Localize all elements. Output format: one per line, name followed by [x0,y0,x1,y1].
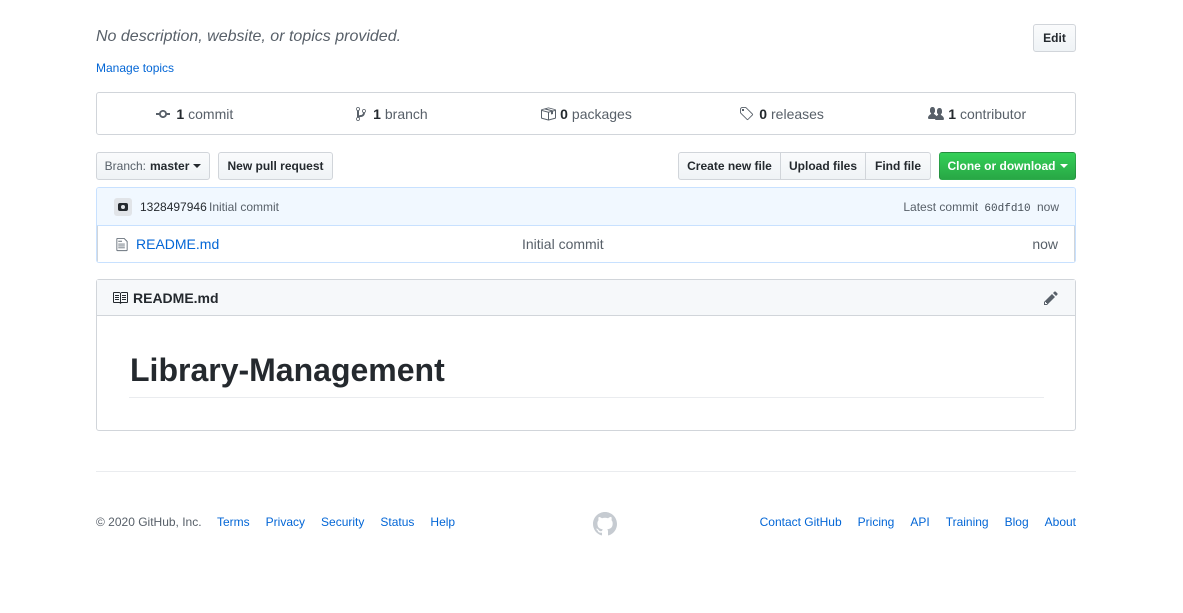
manage-topics-link[interactable]: Manage topics [96,61,174,75]
chevron-down-icon [193,164,202,168]
contributor-count: 1 [948,105,956,122]
package-icon [541,107,557,120]
footer-link-api[interactable]: API [910,515,929,529]
footer-links-left: Terms Privacy Security Status Help [217,515,455,529]
camera-icon [118,203,128,211]
latest-commit-label: Latest commit [903,200,979,214]
footer-link-status[interactable]: Status [380,515,414,529]
find-file-button[interactable]: Find file [865,152,931,180]
readme-heading: Library-Management [130,352,445,388]
file-link[interactable]: README.md [136,236,219,252]
readme-panel: README.md Library-Management [96,279,1076,431]
file-browser: 1328497946 Initial commit Latest commit … [96,187,1076,263]
footer-link-pricing[interactable]: Pricing [858,515,895,529]
readme-filename: README.md [133,290,219,306]
commit-message[interactable]: Initial commit [209,200,279,214]
package-count: 0 [560,105,568,122]
footer-link-about[interactable]: About [1045,515,1076,529]
branch-icon [356,106,367,121]
footer-link-contact[interactable]: Contact GitHub [760,515,842,529]
people-icon [928,106,945,120]
commit-count: 1 [176,105,185,122]
releases-link[interactable]: 0 releases [684,93,880,134]
footer-link-help[interactable]: Help [430,515,455,529]
footer-links-right: Contact GitHub Pricing API Training Blog… [760,515,1076,529]
readme-header: README.md [97,280,1075,316]
packages-link[interactable]: 0 packages [488,93,684,134]
footer-divider [96,471,1076,472]
edit-button[interactable]: Edit [1033,24,1076,52]
contributors-link[interactable]: 1 contributor [879,93,1075,134]
tag-icon [740,106,754,120]
footer-link-terms[interactable]: Terms [217,515,250,529]
footer-link-security[interactable]: Security [321,515,364,529]
file-icon [116,237,128,252]
branch-prefix: Branch: [104,159,146,173]
footer-link-blog[interactable]: Blog [1005,515,1029,529]
branch-name: master [150,159,190,173]
footer-link-training[interactable]: Training [946,515,989,529]
file-age: now [1032,236,1058,252]
divider [129,397,1044,398]
footer: © 2020 GitHub, Inc. Terms Privacy Securi… [96,512,1076,536]
book-icon [113,292,128,304]
copyright: © 2020 GitHub, Inc. [96,515,202,529]
new-pull-request-button[interactable]: New pull request [218,152,333,180]
footer-link-privacy[interactable]: Privacy [266,515,305,529]
github-logo-icon[interactable] [593,512,617,536]
branch-count: 1 [373,105,381,122]
commit-author[interactable]: 1328497946 [140,200,207,214]
upload-files-button[interactable]: Upload files [780,152,866,180]
pencil-icon[interactable] [1043,290,1059,306]
avatar[interactable] [114,198,132,216]
description-row: No description, website, or topics provi… [96,24,1076,54]
branches-link[interactable]: 1 branch [293,93,489,134]
latest-commit-bar: 1328497946 Initial commit Latest commit … [97,188,1075,226]
file-commit-message[interactable]: Initial commit [522,236,604,252]
clone-label: Clone or download [947,159,1056,173]
commit-label: commit [188,105,234,122]
release-count: 0 [759,105,768,122]
table-row: README.md Initial commit now [97,226,1075,262]
latest-commit-info: Latest commit 60dfd10 now [903,200,1059,215]
commits-link[interactable]: 1 commit [97,93,293,134]
release-label: releases [771,105,824,122]
commit-age: now [1036,200,1059,214]
branch-select-button[interactable]: Branch: master [96,152,210,180]
numbers-summary: 1 commit 1 branch 0 packages 0 releases … [96,92,1076,135]
package-label: packages [571,105,632,122]
repo-description: No description, website, or topics provi… [96,28,402,45]
contributor-label: contributor [959,105,1027,122]
chevron-down-icon [1059,164,1068,168]
branch-label: branch [384,105,428,122]
clone-or-download-button[interactable]: Clone or download [939,152,1076,180]
commit-sha[interactable]: 60dfd10 [984,203,1030,215]
commit-icon [156,109,171,118]
create-new-file-button[interactable]: Create new file [678,152,781,180]
